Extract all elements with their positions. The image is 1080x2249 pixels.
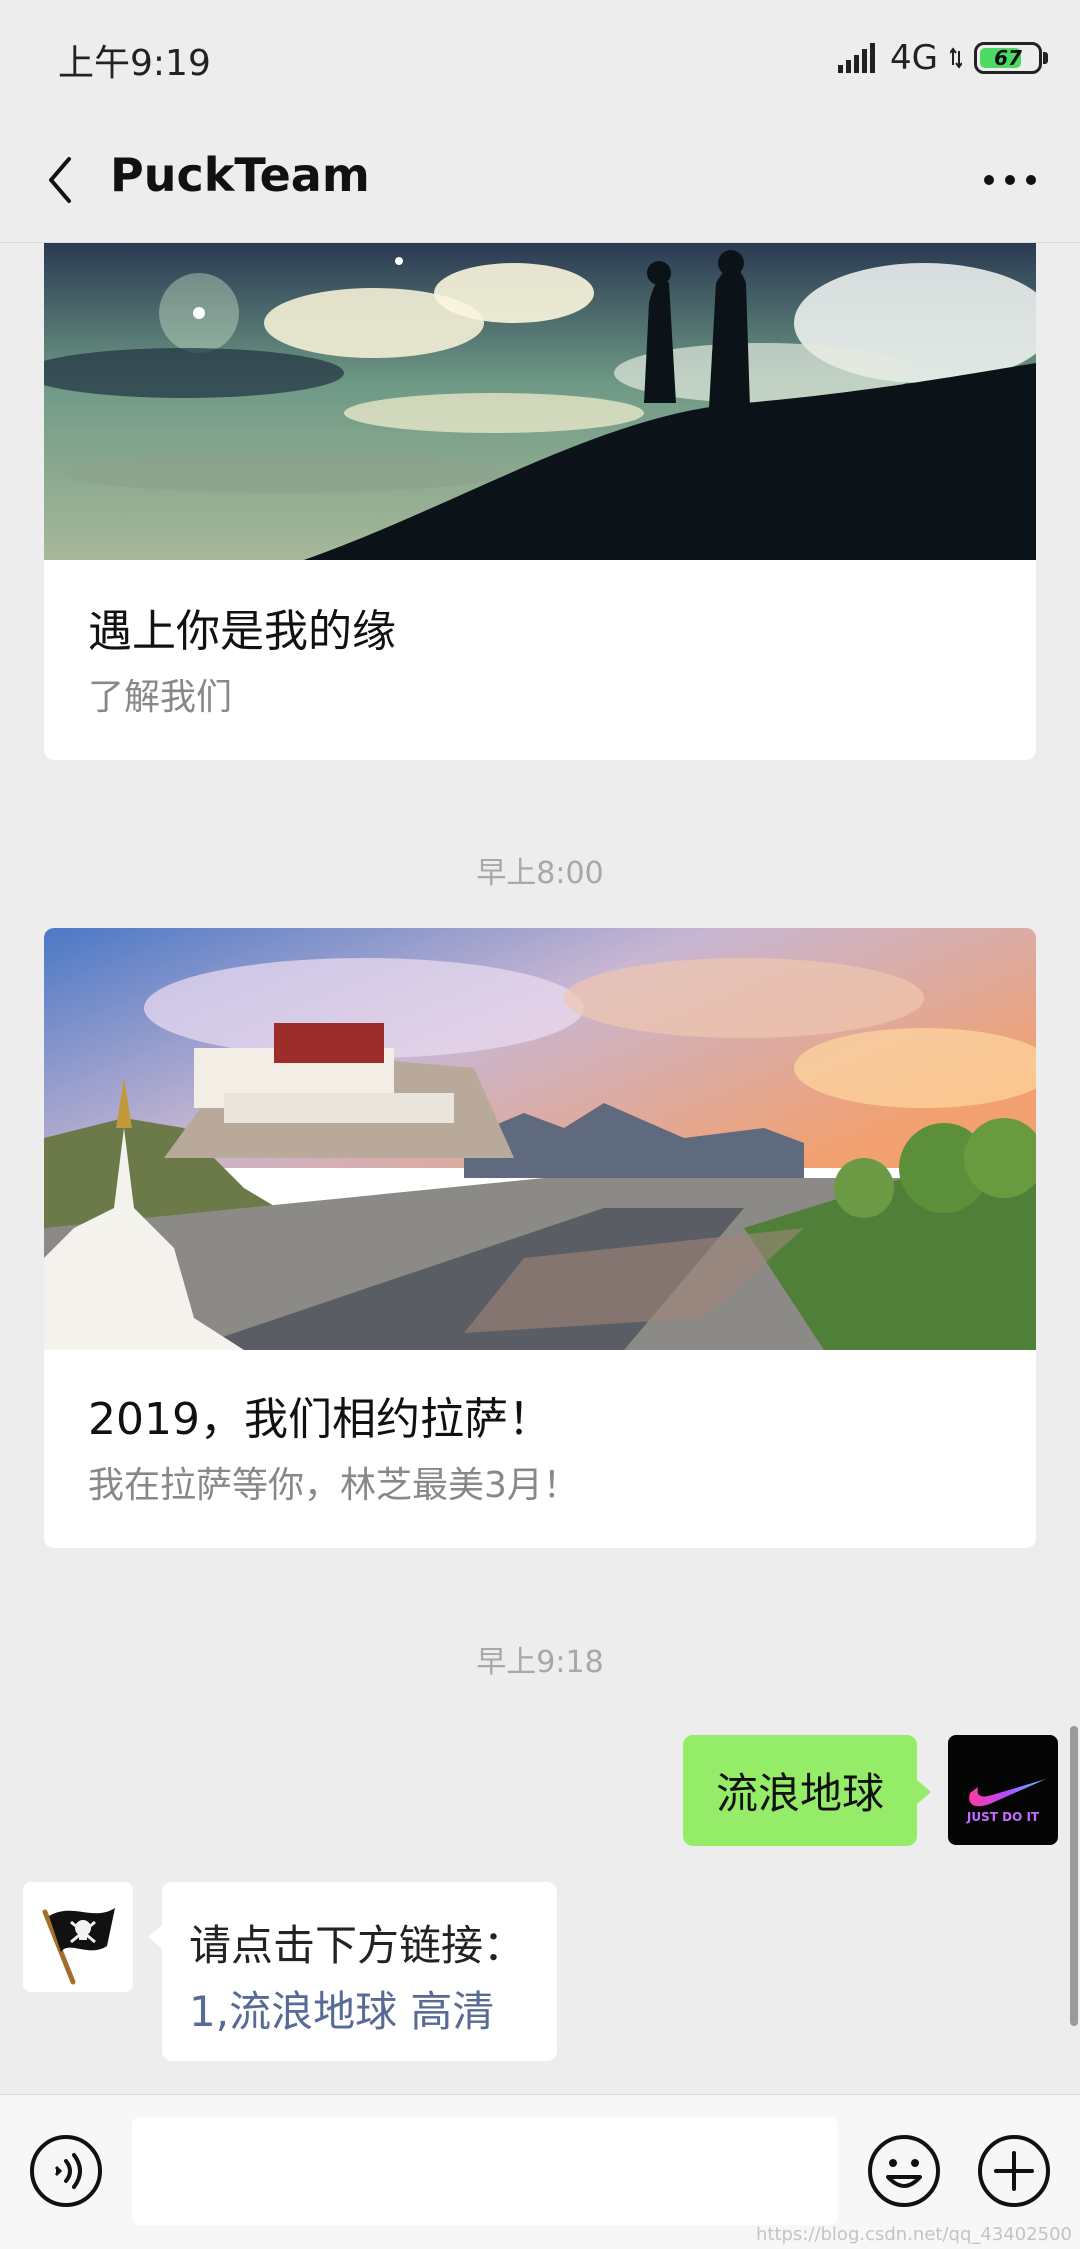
emoji-icon [868,2135,940,2207]
message-text: 流浪地球 [715,1769,884,1818]
plus-button[interactable] [976,2133,1052,2209]
pirate-flag-icon [23,1882,133,1992]
bubble-tail [148,1925,162,1949]
watermark: https://blog.csdn.net/qq_43402500 [755,2224,1072,2245]
battery-level: 67 [994,46,1022,70]
chat-header: PuckTeam [0,118,1080,243]
data-arrows-icon [950,47,962,69]
timestamp: 早上9:18 [476,1645,604,1680]
article-card-1[interactable]: 遇上你是我的缘 了解我们 [44,243,1036,760]
bubble-tail [917,1780,931,1804]
timestamp: 早上8:00 [476,856,604,891]
card-subtitle: 我在拉萨等你，林芝最美3月！ [88,1465,579,1506]
voice-button[interactable] [28,2133,104,2209]
network-label: 4G [890,38,938,78]
status-bar: 上午9:19 4G 67 [0,0,1080,118]
card-image-silhouette [44,243,1036,560]
card-title: 2019，我们相约拉萨！ [88,1394,552,1445]
incoming-message[interactable]: 请点击下方链接： 1,流浪地球 高清 [162,1882,557,2061]
message-text: 请点击下方链接： [189,1921,526,1970]
back-arrow-icon [49,157,71,203]
emoji-button[interactable] [866,2133,942,2209]
more-button[interactable] [970,148,1050,212]
back-button[interactable] [30,148,90,212]
chat-title: PuckTeam [110,148,370,202]
swoosh-logo-icon: JUST DO IT [966,1779,1046,1824]
voice-icon [30,2135,102,2207]
card-subtitle: 了解我们 [88,677,233,718]
sender-avatar[interactable] [23,1882,133,1992]
message-link[interactable]: 1,流浪地球 高清 [189,1978,494,2039]
outgoing-message[interactable]: 流浪地球 [683,1735,917,1846]
battery-icon: 67 [974,42,1048,74]
more-dots-icon [984,175,1036,185]
article-card-2[interactable]: 2019，我们相约拉萨！ 我在拉萨等你，林芝最美3月！ [44,928,1036,1548]
input-bar: https://blog.csdn.net/qq_43402500 [0,2094,1080,2249]
avatar-badge-text: JUST DO IT [966,1810,1040,1824]
message-input[interactable] [132,2117,838,2225]
card-image-potala [44,928,1036,1350]
status-indicators: 4G 67 [838,38,1048,78]
card-title: 遇上你是我的缘 [88,606,396,657]
self-avatar[interactable]: JUST DO IT [948,1735,1058,1845]
scrollbar[interactable] [1070,1726,1078,2026]
status-time: 上午9:19 [58,43,211,84]
signal-icon [838,43,876,73]
plus-icon [978,2135,1050,2207]
